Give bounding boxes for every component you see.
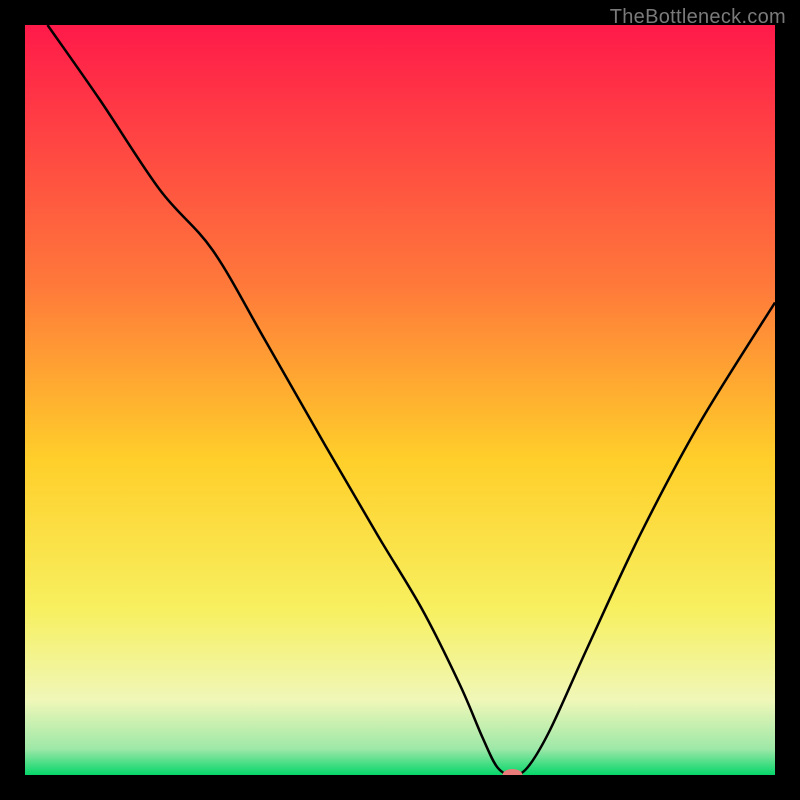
chart-svg [25, 25, 775, 775]
chart-background [25, 25, 775, 775]
watermark-text: TheBottleneck.com [610, 6, 786, 29]
chart-plot [25, 25, 775, 775]
